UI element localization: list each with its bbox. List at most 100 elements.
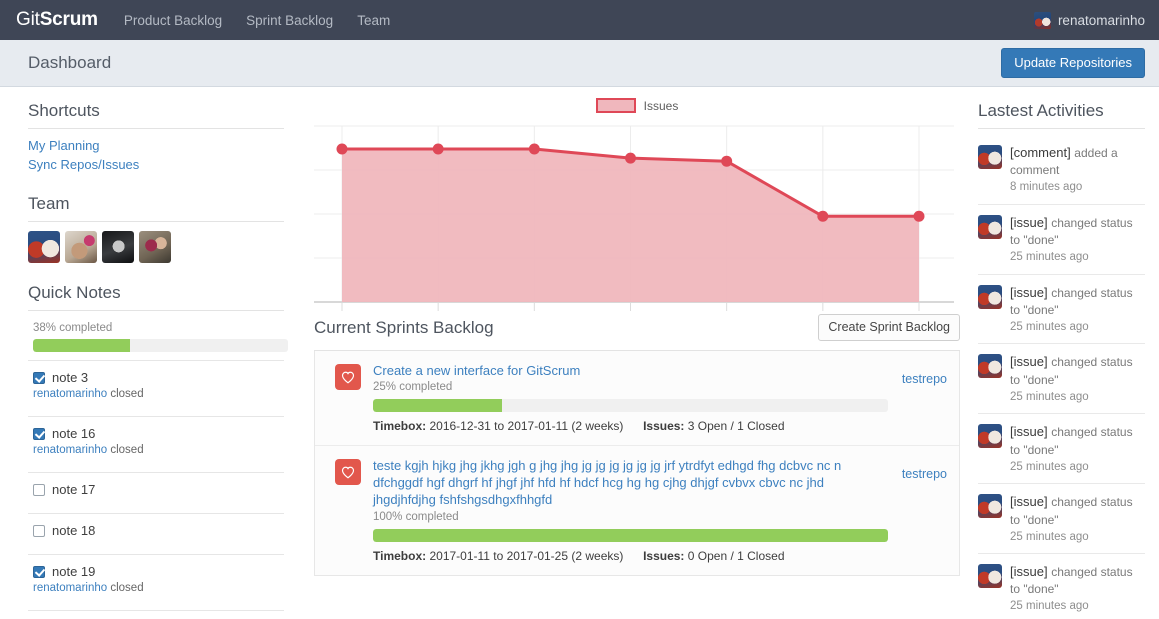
sprint-row[interactable]: teste kgjh hjkg jhg jkhg jgh g jhg jhg j…: [315, 446, 959, 575]
note-author-link[interactable]: renatomarinho: [33, 388, 107, 400]
page-title: Dashboard: [28, 53, 112, 72]
note-checkbox[interactable]: [33, 371, 45, 384]
user-name-label: renatomarinho: [1057, 12, 1145, 28]
activity-text: [comment] added a comment 8 minutes ago: [1010, 144, 1145, 196]
sprint-meta: Timebox: 2017-01-11 to 2017-01-25 (2 wee…: [373, 549, 890, 563]
activity-timestamp: 25 minutes ago: [1010, 600, 1089, 613]
sprint-name-link[interactable]: teste kgjh hjkg jhg jkhg jgh g jhg jhg j…: [373, 457, 890, 508]
note-checkbox[interactable]: [33, 524, 45, 537]
sprint-name-link[interactable]: Create a new interface for GitScrum: [373, 362, 890, 379]
activity-item[interactable]: [issue] changed status to "done" 25 minut…: [978, 344, 1145, 415]
activity-timestamp: 25 minutes ago: [1010, 390, 1089, 403]
note-checkbox[interactable]: [33, 483, 45, 496]
note-label: note 18: [52, 523, 96, 538]
activity-text: [issue] changed status to "done" 25 minut…: [1010, 423, 1145, 475]
note-item[interactable]: note 19 renatomarinho closed: [28, 554, 284, 602]
activity-timestamp: 25 minutes ago: [1010, 251, 1089, 264]
note-meta: renatomarinho closed: [33, 444, 284, 456]
note-item[interactable]: note 17: [28, 472, 284, 505]
note-item[interactable]: note 18: [28, 513, 284, 546]
brand-logo-light: Git: [16, 9, 40, 30]
activity-text: [issue] changed status to "done" 25 minut…: [1010, 563, 1145, 615]
heart-icon: [341, 466, 355, 479]
heart-icon: [341, 371, 355, 383]
activity-avatar-icon: [978, 424, 1002, 449]
sprint-repo-link[interactable]: testrepo: [902, 372, 947, 433]
activity-avatar-icon: [978, 354, 1002, 379]
activities-heading: Lastest Activities: [978, 101, 1145, 129]
activity-subject: [comment]: [1010, 145, 1075, 160]
chart-legend-swatch-issues: [595, 98, 636, 113]
activity-subject: [issue]: [1010, 284, 1052, 300]
activity-text: [issue] changed status to "done" 25 minut…: [1010, 214, 1145, 266]
note-status: closed: [110, 582, 144, 594]
quick-notes-heading: Quick Notes: [28, 283, 284, 311]
note-item[interactable]: note 16 renatomarinho closed: [28, 416, 284, 464]
activity-item[interactable]: [issue] changed status to "done" 25 minut…: [978, 554, 1145, 619]
sprints-header: Current Sprints Backlog Create Sprint Ba…: [314, 308, 960, 351]
activity-text: [issue] changed status to "done" 25 minut…: [1010, 493, 1145, 545]
nav-link-team[interactable]: Team: [357, 13, 390, 28]
nav-link-product-backlog[interactable]: Product Backlog: [124, 13, 222, 28]
note-checkbox[interactable]: [33, 565, 45, 578]
user-menu[interactable]: renatomarinho: [1033, 11, 1145, 29]
note-meta: renatomarinho closed: [33, 582, 284, 594]
issues-area-chart: Issues: [314, 90, 960, 311]
activity-avatar-icon: [978, 284, 1002, 309]
sprint-progress-label: 25% completed: [373, 381, 453, 394]
main-content: Issues Current Sprints Backlog Create Sp…: [300, 87, 970, 576]
sprint-row[interactable]: Create a new interface for GitScrum 25% …: [315, 351, 959, 447]
activity-item[interactable]: [issue] changed status to "done" 25 minut…: [978, 414, 1145, 485]
activity-avatar-icon: [978, 563, 1002, 588]
sprint-timebox-value: 2016-12-31 to 2017-01-11 (2 weeks): [429, 419, 624, 434]
sprint-issues-value: 0 Open / 1 Closed: [687, 548, 785, 563]
team-avatar-3[interactable]: [102, 231, 134, 263]
quick-notes-progress-bar: [33, 339, 288, 352]
activity-timestamp: 25 minutes ago: [1010, 460, 1089, 473]
note-label: note 16: [52, 426, 96, 441]
shortcut-my-planning[interactable]: My Planning: [28, 136, 284, 155]
note-checkbox[interactable]: [33, 427, 45, 440]
favorite-heart-button[interactable]: [335, 364, 361, 390]
activity-subject: [issue]: [1010, 424, 1052, 440]
page-body: Shortcuts My Planning Sync Repos/Issues …: [0, 87, 1159, 618]
activity-item[interactable]: [comment] added a comment 8 minutes ago: [978, 136, 1145, 205]
sprint-timebox-value: 2017-01-11 to 2017-01-25 (2 weeks): [429, 548, 624, 563]
activity-item[interactable]: [issue] changed status to "done" 25 minut…: [978, 205, 1145, 275]
nav-link-sprint-backlog[interactable]: Sprint Backlog: [246, 13, 333, 28]
sidebar: Shortcuts My Planning Sync Repos/Issues …: [0, 87, 300, 611]
favorite-heart-button[interactable]: [335, 459, 361, 486]
activity-item[interactable]: [issue] changed status to "done" 25 minut…: [978, 484, 1145, 554]
chart-canvas: [314, 125, 954, 311]
sprint-timebox-label: Timebox:: [373, 419, 427, 434]
sprint-progress-bar: [373, 399, 888, 413]
note-status: closed: [110, 388, 144, 400]
note-header: note 19: [33, 564, 284, 579]
sprint-progress-bar: [373, 528, 888, 542]
note-author-link[interactable]: renatomarinho: [33, 444, 107, 456]
sprints-list: Create a new interface for GitScrum 25% …: [314, 351, 960, 576]
note-item[interactable]: note 3 renatomarinho closed: [28, 360, 284, 408]
shortcut-sync-repos-issues[interactable]: Sync Repos/Issues: [28, 155, 284, 174]
sprint-timebox-label: Timebox:: [373, 548, 427, 563]
note-label: note 3: [52, 370, 89, 385]
brand-logo[interactable]: GitScrum: [16, 9, 98, 31]
note-header: note 17: [33, 482, 284, 497]
sprint-progress-fill: [373, 399, 502, 413]
activity-text: [issue] changed status to "done" 25 minut…: [1010, 284, 1145, 336]
sprint-issues-label: Issues:: [643, 419, 685, 434]
create-sprint-backlog-button[interactable]: Create Sprint Backlog: [818, 314, 960, 341]
note-author-link[interactable]: renatomarinho: [33, 582, 107, 594]
sprint-repo-link[interactable]: testrepo: [902, 467, 947, 562]
activity-item[interactable]: [issue] changed status to "done" 25 minut…: [978, 275, 1145, 345]
sprint-issues-value: 3 Open / 1 Closed: [687, 419, 785, 434]
activities-panel: Lastest Activities [comment] added a com…: [970, 87, 1159, 619]
activity-text: [issue] changed status to "done" 25 minut…: [1010, 353, 1145, 405]
team-avatar-1[interactable]: [28, 231, 60, 263]
shortcuts-heading: Shortcuts: [28, 101, 284, 129]
team-avatar-2[interactable]: [65, 231, 97, 263]
update-repositories-button[interactable]: Update Repositories: [1001, 48, 1145, 78]
activity-avatar-icon: [978, 145, 1002, 169]
activity-timestamp: 25 minutes ago: [1010, 321, 1089, 334]
team-avatar-4[interactable]: [139, 231, 171, 263]
